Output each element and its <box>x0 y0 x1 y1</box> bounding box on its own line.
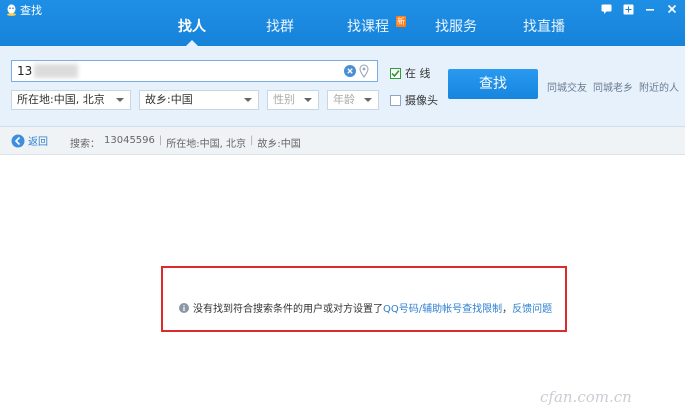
tab-bar: 找人 找群 找课程 新 找服务 找直播 <box>148 16 588 46</box>
quick-link-same-city[interactable]: 同城交友 <box>547 79 587 94</box>
hometown-select[interactable]: 故乡:中国 <box>139 90 259 110</box>
keyword-value: 13 <box>17 64 33 78</box>
quick-links: 同城交友 同城老乡 附近的人 <box>547 79 679 94</box>
window-controls <box>599 3 679 15</box>
window-title: 查找 <box>6 2 42 18</box>
chevron-down-icon <box>116 98 124 102</box>
check-icon <box>391 69 400 77</box>
redacted-keyword <box>34 64 78 78</box>
qq-logo-icon <box>7 4 16 16</box>
new-badge: 新 <box>396 16 406 27</box>
skin-icon[interactable] <box>621 3 635 15</box>
minimize-icon[interactable] <box>643 3 657 15</box>
no-result-notice: 没有找到符合搜索条件的用户或对方设置了 QQ号码/辅助帐号查找限制 ， 反馈问题 <box>179 300 552 315</box>
tab-find-courses[interactable]: 找课程 新 <box>324 16 412 46</box>
age-select[interactable]: 年龄 <box>327 90 379 110</box>
back-label: 返回 <box>28 137 48 148</box>
feedback-link[interactable]: 反馈问题 <box>512 300 552 315</box>
window-title-text: 查找 <box>20 4 42 17</box>
chevron-down-icon <box>364 98 372 102</box>
camera-label: 摄像头 <box>405 94 438 107</box>
chevron-down-icon <box>244 98 252 102</box>
result-bar: 返回 搜索： 13045596 | 所在地:中国, 北京 | 故乡:中国 <box>0 127 685 155</box>
gender-select[interactable]: 性别 <box>267 90 319 110</box>
summary-search-value: 13045596 <box>104 135 155 146</box>
summary-search-label: 搜索： <box>70 139 100 150</box>
close-icon[interactable] <box>665 3 679 15</box>
summary-hometown: 故乡:中国 <box>257 139 301 150</box>
gender-select-value: 性别 <box>273 93 295 106</box>
search-panel: 13 所在地:中国, 北京 故乡:中国 性别 年龄 在 线 摄像头 查找 同城交… <box>0 46 685 127</box>
search-summary: 搜索： 13045596 | 所在地:中国, 北京 | 故乡:中国 <box>70 135 301 150</box>
tab-find-services[interactable]: 找服务 <box>412 16 500 46</box>
back-button[interactable]: 返回 <box>11 133 48 148</box>
watermark: cfan.com.cn <box>540 388 632 406</box>
highlight-box: 没有找到符合搜索条件的用户或对方设置了 QQ号码/辅助帐号查找限制 ， 反馈问题 <box>161 266 567 332</box>
quick-link-hometown[interactable]: 同城老乡 <box>593 79 633 94</box>
location-select-value: 所在地:中国, 北京 <box>17 93 105 106</box>
tab-label: 找服务 <box>435 19 477 35</box>
search-button[interactable]: 查找 <box>448 69 538 99</box>
summary-location: 所在地:中国, 北京 <box>166 139 247 150</box>
summary-separator: | <box>158 135 163 146</box>
notice-comma: ， <box>502 304 513 315</box>
feedback-icon[interactable] <box>599 3 613 15</box>
location-pin-icon[interactable] <box>359 64 369 78</box>
tab-find-live[interactable]: 找直播 <box>500 16 588 46</box>
checkbox-box <box>390 94 401 106</box>
keyword-input[interactable]: 13 <box>11 60 378 82</box>
tab-label: 找人 <box>178 19 206 35</box>
clear-icon[interactable] <box>344 65 356 77</box>
search-restriction-link[interactable]: QQ号码/辅助帐号查找限制 <box>383 300 502 315</box>
back-arrow-icon <box>11 134 25 147</box>
hometown-select-value: 故乡:中国 <box>145 93 193 106</box>
chevron-down-icon <box>304 98 312 102</box>
location-select[interactable]: 所在地:中国, 北京 <box>11 90 131 110</box>
title-bar: 查找 找人 找群 找课程 新 找服务 找直播 <box>0 0 685 46</box>
quick-link-nearby[interactable]: 附近的人 <box>639 79 679 94</box>
tab-label: 找直播 <box>523 19 565 35</box>
checkbox-box <box>390 67 401 79</box>
tab-label: 找课程 <box>347 19 389 35</box>
online-label: 在 线 <box>405 67 431 80</box>
age-select-value: 年龄 <box>333 93 355 106</box>
camera-checkbox[interactable]: 摄像头 <box>390 92 438 108</box>
tab-find-people[interactable]: 找人 <box>148 16 236 46</box>
online-checkbox[interactable]: 在 线 <box>390 65 431 81</box>
summary-separator: | <box>250 135 254 146</box>
tab-label: 找群 <box>266 19 294 35</box>
info-icon <box>179 302 189 313</box>
notice-message: 没有找到符合搜索条件的用户或对方设置了 <box>193 304 383 315</box>
tab-find-groups[interactable]: 找群 <box>236 16 324 46</box>
